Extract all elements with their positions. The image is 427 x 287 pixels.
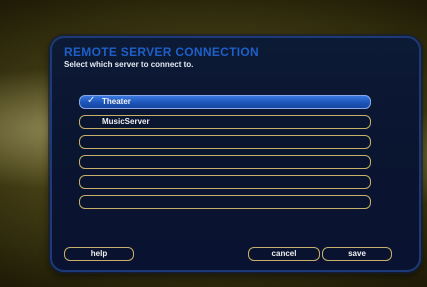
server-row-empty[interactable]	[79, 195, 371, 209]
server-list: ✓ Theater MusicServer	[79, 95, 371, 215]
server-row-empty[interactable]	[79, 135, 371, 149]
dialog-title: REMOTE SERVER CONNECTION	[64, 45, 259, 59]
server-connection-dialog: REMOTE SERVER CONNECTION Select which se…	[50, 36, 421, 272]
help-button[interactable]: help	[64, 247, 134, 261]
cancel-button[interactable]: cancel	[248, 247, 320, 261]
server-row-empty[interactable]	[79, 175, 371, 189]
dialog-subtitle: Select which server to connect to.	[64, 60, 194, 69]
server-row-empty[interactable]	[79, 155, 371, 169]
server-row-musicserver[interactable]: MusicServer	[79, 115, 371, 129]
server-row-theater[interactable]: ✓ Theater	[79, 95, 371, 109]
server-row-label: MusicServer	[102, 117, 150, 126]
server-row-label: Theater	[102, 97, 131, 106]
save-button[interactable]: save	[322, 247, 392, 261]
checkmark-icon: ✓	[87, 95, 96, 106]
